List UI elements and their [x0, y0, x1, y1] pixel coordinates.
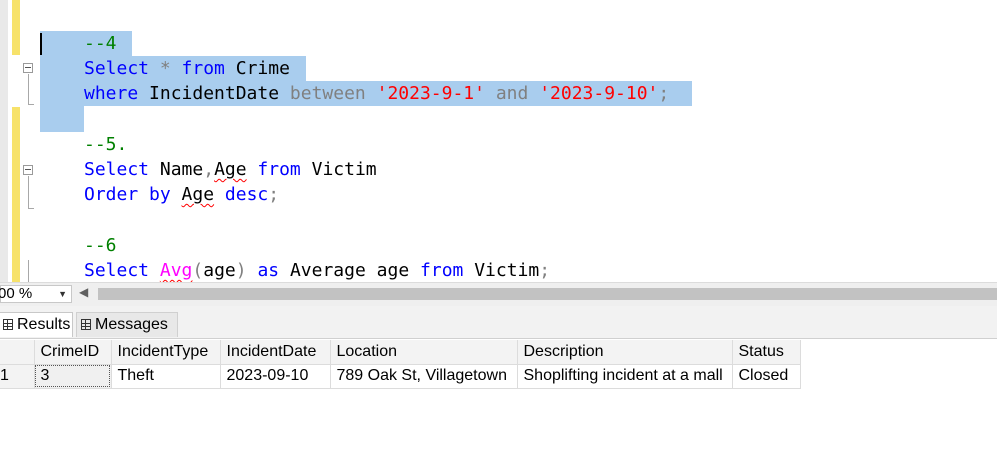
- editor-margin: [0, 0, 8, 282]
- code-line[interactable]: --5.: [84, 132, 127, 157]
- results-tab-bar: Results Messages: [0, 306, 997, 339]
- tab-results-label: Results: [17, 316, 71, 333]
- code-token: *: [149, 58, 182, 79]
- code-token: from: [257, 159, 301, 180]
- tab-messages-label: Messages: [95, 316, 168, 333]
- code-line[interactable]: --4: [84, 31, 117, 56]
- fold-guide: [28, 74, 29, 104]
- code-token: from: [181, 58, 225, 79]
- column-header[interactable]: IncidentType: [111, 340, 221, 365]
- column-header[interactable]: CrimeID: [34, 340, 112, 365]
- code-token: '2023-9-10': [539, 83, 659, 104]
- code-token: Age: [214, 159, 247, 180]
- messages-icon: [81, 319, 91, 330]
- column-header[interactable]: IncidentDate: [220, 340, 331, 365]
- horizontal-scrollbar[interactable]: [98, 288, 997, 300]
- selection-highlight: [40, 106, 84, 132]
- column-header[interactable]: Location: [330, 340, 518, 365]
- scroll-left-icon[interactable]: ◀: [79, 285, 88, 299]
- code-token: from: [420, 260, 464, 281]
- zoom-dropdown[interactable]: 00 % ▼: [0, 285, 72, 303]
- code-line[interactable]: Select Avg(age) as Average age from Vict…: [84, 258, 550, 282]
- code-token: --4: [84, 33, 117, 54]
- text-caret: [40, 33, 42, 55]
- code-token: desc: [224, 184, 269, 205]
- table-row[interactable]: 1 3 Theft 2023-09-10 789 Oak St, Village…: [0, 364, 801, 389]
- code-token: ;: [268, 184, 280, 205]
- query-editor[interactable]: --4 Select * from Crime where IncidentDa…: [0, 0, 997, 282]
- results-table: CrimeID IncidentType IncidentDate Locati…: [0, 340, 801, 389]
- code-token: Victim: [300, 159, 377, 180]
- code-token: Order by: [84, 184, 171, 205]
- code-token: --6: [84, 235, 117, 256]
- code-line[interactable]: --6: [84, 233, 117, 258]
- code-line[interactable]: Select * from Crime: [84, 56, 290, 81]
- grid-icon: [3, 319, 13, 330]
- fold-guide: [28, 260, 29, 282]
- code-token: Select: [84, 58, 150, 79]
- tab-results[interactable]: Results: [0, 312, 73, 337]
- fold-guide: [28, 176, 29, 208]
- code-token: Select: [84, 159, 150, 180]
- change-indicator: [12, 107, 20, 282]
- fold-guide-end: [28, 208, 34, 209]
- table-cell[interactable]: 2023-09-10: [220, 364, 331, 389]
- code-token: ,: [203, 159, 215, 180]
- editor-status-bar: 00 % ▼ ◀: [0, 282, 997, 306]
- table-cell[interactable]: Closed: [732, 364, 801, 389]
- code-token: ;: [658, 83, 670, 104]
- code-token: Name: [149, 159, 204, 180]
- change-indicator: [12, 0, 20, 55]
- code-token: '2023-9-1': [376, 83, 485, 104]
- code-token: Avg: [159, 260, 193, 281]
- code-token: between: [289, 83, 366, 104]
- column-header[interactable]: Status: [732, 340, 801, 365]
- code-token: --5.: [84, 134, 128, 155]
- code-token: Crime: [224, 58, 290, 79]
- row-number[interactable]: 1: [0, 364, 35, 389]
- tab-messages[interactable]: Messages: [76, 312, 178, 337]
- code-token: ): [235, 260, 247, 281]
- code-line[interactable]: where IncidentDate between '2023-9-1' an…: [84, 81, 669, 106]
- code-token: Average age: [279, 260, 421, 281]
- table-cell[interactable]: Theft: [111, 364, 221, 389]
- code-token: IncidentDate: [138, 83, 290, 104]
- results-grid[interactable]: CrimeID IncidentType IncidentDate Locati…: [0, 339, 997, 474]
- collapse-region-button[interactable]: [23, 63, 33, 73]
- code-line[interactable]: Select Name,Age from Victim: [84, 157, 377, 182]
- code-token: (: [192, 260, 204, 281]
- code-token: Select: [84, 260, 150, 281]
- table-cell[interactable]: 3: [34, 364, 112, 389]
- code-token: and: [495, 83, 529, 104]
- zoom-value: 00 %: [0, 285, 33, 302]
- code-line[interactable]: Order by Age desc;: [84, 182, 279, 207]
- code-token: age: [203, 260, 236, 281]
- code-token: Age: [181, 184, 215, 205]
- chevron-down-icon: ▼: [58, 289, 67, 299]
- code-token: as: [257, 260, 280, 281]
- row-number-header[interactable]: [0, 340, 35, 365]
- code-token: ;: [539, 260, 551, 281]
- code-token: Victim: [463, 260, 540, 281]
- collapse-region-button[interactable]: [23, 165, 33, 175]
- table-cell[interactable]: 789 Oak St, Villagetown: [330, 364, 518, 389]
- code-token: where: [84, 83, 139, 104]
- fold-guide-end: [28, 104, 34, 105]
- column-header[interactable]: Description: [517, 340, 733, 365]
- header-row: CrimeID IncidentType IncidentDate Locati…: [0, 340, 801, 365]
- table-cell[interactable]: Shoplifting incident at a mall: [517, 364, 733, 389]
